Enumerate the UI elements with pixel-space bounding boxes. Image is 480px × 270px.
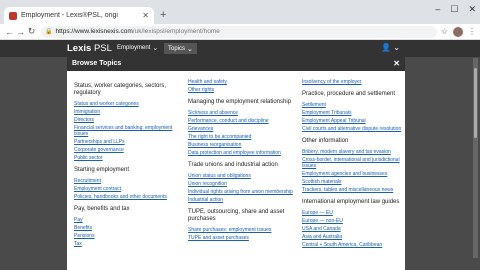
section-heading: Status, worker categories, sectors, regu… — [74, 83, 167, 96]
topic-link[interactable]: Civil courts and alternative dispute res… — [302, 126, 405, 132]
topic-link[interactable]: Asia and Australia — [302, 234, 405, 240]
section-heading: Trade unions and industrial action — [188, 162, 278, 168]
section-heading: International employment law guides — [302, 199, 400, 205]
forward-icon[interactable]: → — [15, 27, 26, 37]
chevron-down-icon: ⌄ — [187, 45, 193, 53]
new-tab-icon[interactable]: + — [160, 9, 166, 21]
topic-link[interactable]: Share purchases: employment issues — [188, 227, 300, 233]
section-heading: Practice, procedure and settlement — [302, 91, 396, 97]
topic-link[interactable]: Individual rights arising from union mem… — [188, 189, 300, 195]
lock-icon: 🔒 — [45, 29, 53, 35]
topic-link[interactable]: Employment Appeal Tribunal — [302, 118, 405, 124]
topic-link[interactable]: Financial services and banking: employme… — [74, 125, 186, 137]
menu-employment-label: Employment — [117, 45, 151, 51]
topic-link[interactable]: Insolvency of the employer — [302, 79, 405, 85]
site-header: Lexis PSL Employment ⌄ Topics ⌄ 👤 ⌄ — [0, 40, 480, 57]
scrollbar-thumb[interactable] — [474, 68, 477, 138]
section-heading: Other information — [302, 138, 349, 144]
logo-sub: PSL — [93, 43, 112, 54]
topic-link[interactable]: Scottish materials — [302, 179, 405, 185]
user-icon[interactable]: 👤 ⌄ — [381, 43, 400, 52]
back-icon[interactable]: ← — [4, 27, 15, 37]
star-icon[interactable]: ☆ — [441, 27, 448, 36]
menu-topics-label: Topics — [168, 45, 186, 52]
topic-link[interactable]: Corporate governance — [74, 147, 186, 153]
reload-icon[interactable]: ↻ — [26, 26, 37, 37]
window-close-icon[interactable]: ✕ — [468, 4, 476, 15]
topic-link[interactable]: Employment agencies and businesses — [302, 171, 405, 177]
url-path: /uk/lexispsl/employment/home — [132, 28, 220, 35]
section-heading: Managing the employment relationship — [188, 99, 292, 105]
topic-link[interactable]: Directors — [74, 117, 186, 123]
browser-menu-icon[interactable]: ⋮ — [468, 27, 476, 36]
topics-column-3: Insolvency of the employer Practice, proc… — [302, 79, 405, 250]
topic-link[interactable]: Grievances — [188, 126, 300, 132]
browse-topics-panel: Browse Topics ✕ Status, worker categorie… — [67, 57, 405, 270]
chevron-down-icon: ⌄ — [152, 45, 159, 52]
maximize-icon[interactable]: ☐ — [450, 4, 458, 15]
topic-link[interactable]: Data protection and employee information — [188, 150, 300, 156]
topic-link[interactable]: Performance, conduct and discipline — [188, 118, 300, 124]
minimize-icon[interactable]: – — [435, 4, 440, 15]
topic-link[interactable]: Business reorganisation — [188, 142, 300, 148]
menu-employment[interactable]: Employment ⌄ — [117, 44, 158, 52]
topic-link[interactable]: Trackers, tables and miscellaneous news — [302, 187, 405, 193]
section-heading: Pay, benefits and tax — [74, 206, 130, 212]
panel-header: Browse Topics ✕ — [67, 57, 405, 71]
panel-title: Browse Topics — [72, 60, 122, 67]
topic-link[interactable]: Employment contract — [74, 186, 186, 192]
topic-link[interactable]: Pensions — [74, 233, 186, 239]
topic-link[interactable]: Pay — [74, 217, 186, 223]
close-icon[interactable]: ✕ — [393, 59, 400, 68]
topic-link[interactable]: Union status and obligations — [188, 173, 300, 179]
topic-link[interactable]: Europe — non-EU — [302, 218, 405, 224]
address-bar[interactable]: 🔒 https://www.lexisnexis.com /uk/lexisps… — [41, 25, 437, 38]
url-host: https://www.lexisnexis.com — [55, 28, 133, 35]
topic-link[interactable]: Partnerships and LLPs — [74, 139, 186, 145]
topics-column-1: Status, worker categories, sectors, regu… — [74, 79, 186, 249]
topic-link[interactable]: Status and worker categories — [74, 101, 186, 107]
section-heading: TUPE, outsourcing, share and asset purch… — [188, 209, 285, 222]
menu-topics[interactable]: Topics ⌄ — [164, 43, 197, 54]
topics-column-2: Health and safety Other rights Managing th… — [188, 79, 300, 243]
topic-link[interactable]: Sickness and absence — [188, 110, 300, 116]
topic-link[interactable]: USA and Canada — [302, 226, 405, 232]
topic-link[interactable]: Union recognition — [188, 181, 300, 187]
tab-close-icon[interactable]: ✕ — [142, 11, 149, 20]
topic-link[interactable]: Settlement — [302, 102, 405, 108]
logo-main: Lexis — [67, 43, 92, 54]
topic-link[interactable]: Benefits — [74, 225, 186, 231]
topic-link[interactable]: Health and safety — [188, 79, 300, 85]
topic-link[interactable]: Policies, handbooks and other documents — [74, 194, 186, 200]
topic-link[interactable]: Public sector — [74, 155, 186, 161]
topic-link[interactable]: Central + South America, Caribbean — [302, 242, 405, 248]
browser-tab[interactable]: Employment - Lexis®PSL, origi ✕ — [4, 7, 154, 24]
browser-toolbar: ← → ↻ 🔒 https://www.lexisnexis.com /uk/l… — [0, 24, 480, 40]
topic-link[interactable]: Immigration — [74, 109, 186, 115]
scrollbar[interactable] — [473, 58, 478, 258]
topic-link[interactable]: Recruitment — [74, 178, 186, 184]
topic-link[interactable]: Employment Tribunals — [302, 110, 405, 116]
browser-tabbar: Employment - Lexis®PSL, origi ✕ + – ☐ ✕ — [0, 0, 480, 24]
section-heading: Starting employment — [74, 167, 130, 173]
tab-title: Employment - Lexis®PSL, origi — [21, 12, 118, 19]
site-logo[interactable]: Lexis PSL — [67, 43, 112, 54]
topic-link[interactable]: The right to be accompanied — [188, 134, 300, 140]
topic-link[interactable]: Europe — EU — [302, 210, 405, 216]
topic-link[interactable]: Bribery, modern slavery and tax evasion — [302, 149, 405, 155]
favicon-icon — [9, 11, 17, 20]
topic-link[interactable]: Cross-border, international and jurisdic… — [302, 157, 405, 169]
window-controls: – ☐ ✕ — [435, 4, 476, 15]
topic-link[interactable]: TUPE and asset purchases — [188, 235, 300, 241]
profile-avatar[interactable] — [453, 26, 463, 37]
topic-link[interactable]: Industrial action — [188, 197, 300, 203]
topic-link[interactable]: Tax — [74, 241, 186, 247]
topic-link[interactable]: Other rights — [188, 87, 300, 93]
